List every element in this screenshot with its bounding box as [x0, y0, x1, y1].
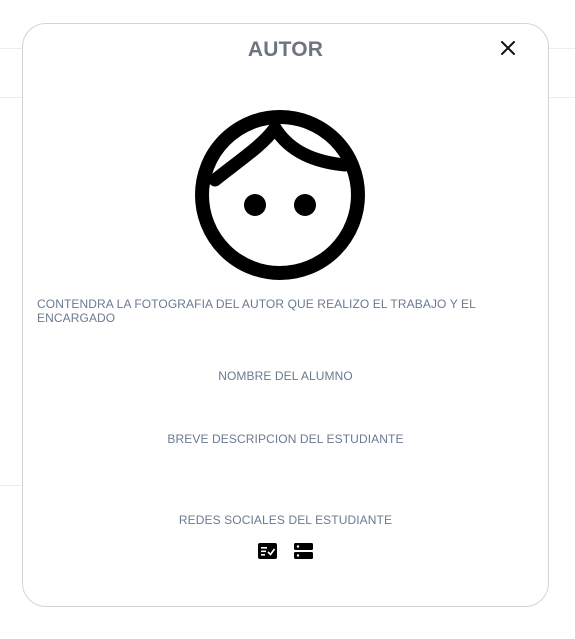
background-divider [549, 48, 575, 49]
social-links [23, 542, 548, 560]
checklist-icon [258, 543, 277, 559]
social-title: REDES SOCIALES DEL ESTUDIANTE [178, 513, 393, 527]
modal-title: AUTOR [247, 38, 324, 61]
author-modal: AUTOR CONTENDRA LA FOTOGRAFIA DEL AUTOR … [22, 23, 549, 607]
background-divider [549, 97, 575, 98]
photo-caption: CONTENDRA LA FOTOGRAFIA DEL AUTOR QUE RE… [37, 297, 476, 325]
student-name: NOMBRE DEL ALUMNO [218, 369, 353, 383]
social-link-server[interactable] [294, 542, 314, 560]
background-divider [0, 48, 22, 49]
child-face-icon [195, 110, 365, 280]
server-icon [294, 543, 313, 559]
close-button[interactable] [497, 37, 519, 59]
social-link-checklist[interactable] [258, 542, 278, 560]
close-icon [501, 41, 515, 55]
student-description: BREVE DESCRIPCION DEL ESTUDIANTE [167, 432, 404, 446]
background-divider [0, 485, 22, 486]
background-divider [0, 97, 22, 98]
